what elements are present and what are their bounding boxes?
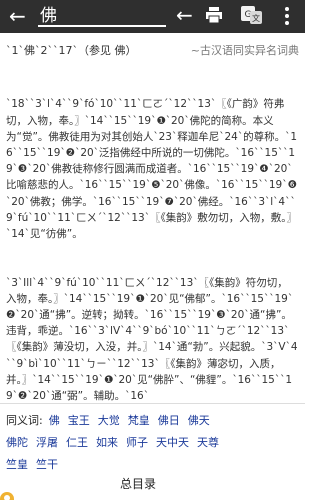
synonym-item[interactable]: 天中天 [156,434,189,450]
synonym-item[interactable]: 梵皇 [128,412,150,428]
synonym-label: 同义词: [6,414,43,427]
headword: `1`佛`2``17`（参见 佛） [6,44,137,57]
print-icon[interactable] [205,6,223,24]
top-toolbar: ← 佛 ← G 文 [0,0,305,33]
synonym-item[interactable]: 佛天 [188,412,210,428]
source-title: ~古汉语同实异名词典 [190,44,299,57]
synonym-row-1: 同义词: 佛 宝王 大觉 梵皇 佛日 佛天 [6,411,218,429]
synonym-item[interactable]: 宝王 [68,412,90,428]
synonym-item[interactable]: 竺干 [36,456,58,472]
content-paragraph-1: `18``3`l`4``9`fó`10``11`ㄈㄛˊ`12``13`〖《广韵》… [6,98,298,241]
section-divider [0,403,305,404]
fab-dot-icon [4,495,10,501]
synonym-item[interactable]: 仁王 [66,434,88,450]
overflow-menu-icon[interactable] [285,6,289,26]
synonym-item[interactable]: 如来 [96,434,118,450]
synonym-item[interactable]: 佛日 [158,412,180,428]
synonym-item[interactable]: 佛陀 [6,434,28,450]
search-underline [38,25,166,27]
synonym-item[interactable]: 佛 [49,412,60,428]
nav-back-icon[interactable]: ← [176,3,193,27]
synonym-item[interactable]: 竺皇 [6,456,28,472]
synonym-row-3: 竺皇 竺干 [6,455,66,473]
synonym-item[interactable]: 大觉 [98,412,120,428]
synonym-item[interactable]: 天尊 [197,434,219,450]
synonym-item[interactable]: 浮屠 [36,434,58,450]
entry-content: `18``3`l`4``9`fó`10``11`ㄈㄛˊ`12``13`〖《广韵》… [6,64,298,420]
entry-header: `1`佛`2``17`（参见 佛） ~古汉语同实异名词典 [6,44,299,62]
content-paragraph-2: `3`Ill`4``9`fú`10``11`ㄈㄨˊ`12``13`〖《集韵》符勿… [6,276,298,403]
synonym-row-2: 佛陀 浮屠 仁王 如来 师子 天中天 天尊 [6,433,227,451]
total-toc-link[interactable]: 总目录 [120,475,156,492]
synonym-item[interactable]: 师子 [126,434,148,450]
translate-icon[interactable]: G 文 [241,6,263,25]
svg-text:文: 文 [252,13,260,23]
floating-action-button[interactable] [0,492,14,501]
back-arrow-icon[interactable]: ← [9,4,26,28]
